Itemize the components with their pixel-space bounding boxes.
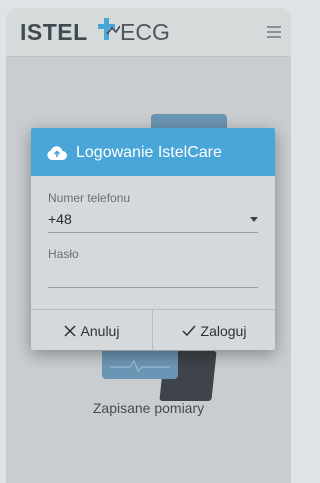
saved-measurements-label[interactable]: Zapisane pomiary bbox=[6, 400, 291, 416]
login-label: Zaloguj bbox=[200, 322, 247, 339]
ecg-wave-icon bbox=[110, 359, 170, 372]
logo-text-bold: ISTEL bbox=[20, 19, 88, 45]
login-dialog: Logowanie IstelCare Numer telefonu +48 H… bbox=[31, 128, 275, 350]
app-bar: ISTEL ECG bbox=[6, 8, 291, 57]
password-field-underline bbox=[48, 287, 258, 288]
cancel-label: Anuluj bbox=[80, 322, 120, 339]
phone-field-underline bbox=[48, 232, 258, 233]
dialog-actions: Anuluj Zaloguj bbox=[31, 309, 275, 350]
dropdown-caret-icon[interactable] bbox=[250, 217, 258, 222]
hamburger-menu-icon[interactable] bbox=[267, 26, 281, 38]
cancel-button[interactable]: Anuluj bbox=[31, 310, 153, 350]
password-label: Hasło bbox=[48, 247, 79, 261]
login-button[interactable]: Zaloguj bbox=[153, 310, 275, 350]
close-icon bbox=[64, 324, 76, 337]
dialog-title: Logowanie IstelCare bbox=[76, 144, 222, 161]
cloud-upload-icon bbox=[47, 146, 67, 160]
phone-country-code[interactable]: +48 bbox=[48, 211, 72, 227]
logo-text-light: ECG bbox=[120, 19, 170, 45]
check-icon bbox=[182, 325, 196, 336]
phone-label: Numer telefonu bbox=[48, 191, 131, 205]
background-tile bbox=[102, 351, 178, 379]
dialog-header: Logowanie IstelCare bbox=[31, 128, 275, 176]
istel-logo-icon bbox=[98, 18, 120, 40]
